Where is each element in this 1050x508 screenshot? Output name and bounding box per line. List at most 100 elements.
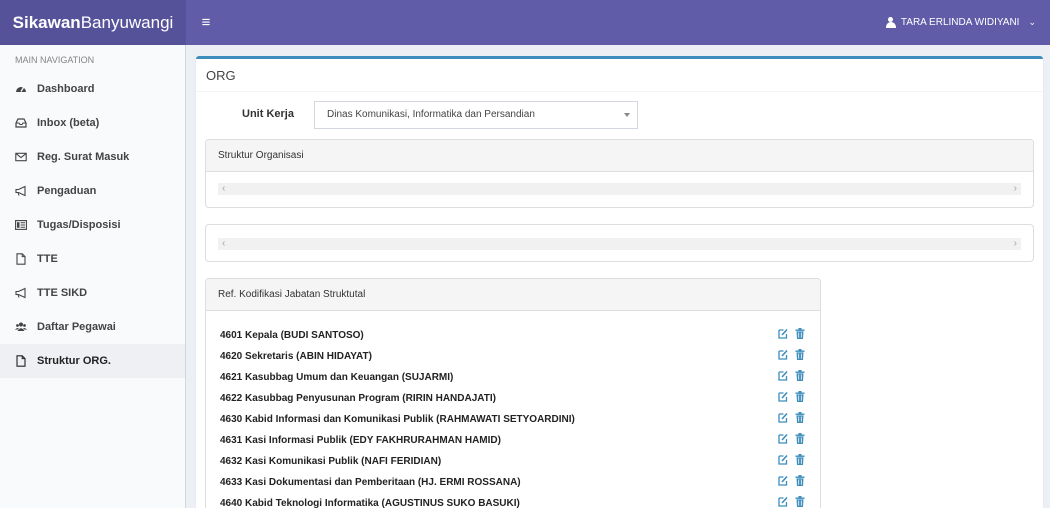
edit-icon[interactable] xyxy=(778,349,788,360)
caret-down-icon xyxy=(624,113,630,117)
edit-icon[interactable] xyxy=(778,328,788,339)
ref-kodifikasi-panel: Ref. Kodifikasi Jabatan Struktutal 4601 … xyxy=(205,278,821,508)
page-title: ORG xyxy=(196,59,1043,92)
trash-icon[interactable] xyxy=(795,496,805,507)
jabatan-label: 4621 Kasubbag Umum dan Keuangan (SUJARMI… xyxy=(220,372,454,383)
list-item: 4601 Kepala (BUDI SANTOSO) xyxy=(206,325,820,346)
row-actions xyxy=(778,475,805,486)
ref-kodifikasi-title: Ref. Kodifikasi Jabatan Struktutal xyxy=(206,279,820,311)
row-actions xyxy=(778,433,805,444)
trash-icon[interactable] xyxy=(795,454,805,465)
file-icon xyxy=(15,253,27,265)
unit-kerja-row: Unit Kerja Dinas Komunikasi, Informatika… xyxy=(196,101,1043,129)
user-name: TARA ERLINDA WIDIYANI xyxy=(900,17,1020,28)
app-logo[interactable]: Sikawan Banyuwangi xyxy=(0,0,186,45)
jabatan-label: 4622 Kasubbag Penyusunan Program (RIRIN … xyxy=(220,393,496,404)
org-box: ORG Unit Kerja Dinas Komunikasi, Informa… xyxy=(196,56,1043,508)
ref-kodifikasi-list: 4601 Kepala (BUDI SANTOSO) 4620 Sekretari… xyxy=(206,311,820,508)
row-actions xyxy=(778,412,805,423)
row-actions xyxy=(778,391,805,402)
sidebar-item-label: Tugas/Disposisi xyxy=(37,219,121,231)
list-item: 4620 Sekretaris (ABIN HIDAYAT) xyxy=(206,346,820,367)
edit-icon[interactable] xyxy=(778,496,788,507)
trash-icon[interactable] xyxy=(795,349,805,360)
sidebar-item-reg-surat-masuk[interactable]: Reg. Surat Masuk xyxy=(0,140,185,174)
list-item: 4630 Kabid Informasi dan Komunikasi Publ… xyxy=(206,409,820,430)
jabatan-label: 4633 Kasi Dokumentasi dan Pemberitaan (H… xyxy=(220,477,521,488)
horizontal-scrollbar[interactable]: ‹ › xyxy=(218,238,1021,250)
list-item: 4640 Kabid Teknologi Informatika (AGUSTI… xyxy=(206,493,820,508)
list-item: 4632 Kasi Komunikasi Publik (NAFI FERIDI… xyxy=(206,451,820,472)
sidebar-item-label: Pengaduan xyxy=(37,185,97,197)
list-item: 4621 Kasubbag Umum dan Keuangan (SUJARMI… xyxy=(206,367,820,388)
sidebar-item-struktur-org[interactable]: Struktur ORG. xyxy=(0,344,185,378)
edit-icon[interactable] xyxy=(778,433,788,444)
edit-icon[interactable] xyxy=(778,475,788,486)
list-item: 4631 Kasi Informasi Publik (EDY FAKHRURA… xyxy=(206,430,820,451)
row-actions xyxy=(778,370,805,381)
jabatan-label: 4601 Kepala (BUDI SANTOSO) xyxy=(220,330,364,341)
horizontal-scrollbar[interactable]: ‹ › xyxy=(218,183,1021,195)
sidebar-item-pengaduan[interactable]: Pengaduan xyxy=(0,174,185,208)
trash-icon[interactable] xyxy=(795,328,805,339)
trash-icon[interactable] xyxy=(795,433,805,444)
jabatan-label: 4631 Kasi Informasi Publik (EDY FAKHRURA… xyxy=(220,435,501,446)
sidebar-item-label: Reg. Surat Masuk xyxy=(37,151,130,163)
trash-icon[interactable] xyxy=(795,391,805,402)
sidebar-item-label: TTE SIKD xyxy=(37,287,88,299)
users-icon xyxy=(15,321,27,333)
struktur-organisasi-title: Struktur Organisasi xyxy=(206,140,1033,172)
row-actions xyxy=(778,496,805,507)
unit-kerja-select[interactable]: Dinas Komunikasi, Informatika dan Persan… xyxy=(314,101,638,129)
sidebar-item-label: Struktur ORG. xyxy=(37,355,111,367)
struktur-organisasi-panel: Struktur Organisasi ‹ › xyxy=(205,139,1034,208)
edit-icon[interactable] xyxy=(778,454,788,465)
chart-panel: ‹ › xyxy=(205,224,1034,262)
sidebar-item-label: Dashboard xyxy=(37,83,95,95)
sidebar-item-tte[interactable]: TTE xyxy=(0,242,185,276)
trash-icon[interactable] xyxy=(795,370,805,381)
sidebar-item-dashboard[interactable]: Dashboard xyxy=(0,72,185,106)
scroll-right-icon[interactable]: › xyxy=(1014,183,1017,195)
sidebar-item-label: Daftar Pegawai xyxy=(37,321,116,333)
inbox-icon xyxy=(15,117,27,129)
row-actions xyxy=(778,328,805,339)
dashboard-icon xyxy=(15,83,27,95)
jabatan-label: 4632 Kasi Komunikasi Publik (NAFI FERIDI… xyxy=(220,456,442,467)
edit-icon[interactable] xyxy=(778,391,788,402)
list-item: 4622 Kasubbag Penyusunan Program (RIRIN … xyxy=(206,388,820,409)
bullhorn-icon xyxy=(15,185,27,197)
sidebar-item-inbox[interactable]: Inbox (beta) xyxy=(0,106,185,140)
jabatan-label: 4640 Kabid Teknologi Informatika (AGUSTI… xyxy=(220,498,520,508)
sidebar-item-tte-sikd[interactable]: TTE SIKD xyxy=(0,276,185,310)
trash-icon[interactable] xyxy=(795,475,805,486)
user-menu[interactable]: TARA ERLINDA WIDIYANI ⌄ xyxy=(885,17,1050,28)
edit-icon[interactable] xyxy=(778,370,788,381)
sidebar-item-tugas-disposisi[interactable]: Tugas/Disposisi xyxy=(0,208,185,242)
scroll-left-icon[interactable]: ‹ xyxy=(222,183,225,195)
sidebar-item-label: Inbox (beta) xyxy=(37,117,100,129)
logo-rest-text: Banyuwangi xyxy=(80,12,174,32)
hamburger-icon: ≡ xyxy=(201,14,211,31)
sidebar-toggle-button[interactable]: ≡ xyxy=(186,0,226,45)
unit-kerja-value: Dinas Komunikasi, Informatika dan Persan… xyxy=(327,109,535,120)
jabatan-label: 4630 Kabid Informasi dan Komunikasi Publ… xyxy=(220,414,575,425)
trash-icon[interactable] xyxy=(795,412,805,423)
navbar: ≡ TARA ERLINDA WIDIYANI ⌄ xyxy=(186,0,1050,45)
list-icon xyxy=(15,219,27,231)
scroll-left-icon[interactable]: ‹ xyxy=(222,238,225,250)
jabatan-label: 4620 Sekretaris (ABIN HIDAYAT) xyxy=(220,351,372,362)
sidebar-item-daftar-pegawai[interactable]: Daftar Pegawai xyxy=(0,310,185,344)
nav-header: MAIN NAVIGATION xyxy=(15,55,95,65)
envelope-icon xyxy=(15,151,27,163)
edit-icon[interactable] xyxy=(778,412,788,423)
unit-kerja-label: Unit Kerja xyxy=(242,108,294,120)
row-actions xyxy=(778,454,805,465)
logo-bold-text: Sikawan xyxy=(12,12,81,32)
chevron-down-icon: ⌄ xyxy=(1028,17,1036,27)
sidebar: MAIN NAVIGATION Dashboard Inbox (beta) R… xyxy=(0,45,186,508)
list-item: 4633 Kasi Dokumentasi dan Pemberitaan (H… xyxy=(206,472,820,493)
sidebar-item-label: TTE xyxy=(37,253,58,265)
top-header: Sikawan Banyuwangi ≡ TARA ERLINDA WIDIYAN… xyxy=(0,0,1050,45)
scroll-right-icon[interactable]: › xyxy=(1014,238,1017,250)
